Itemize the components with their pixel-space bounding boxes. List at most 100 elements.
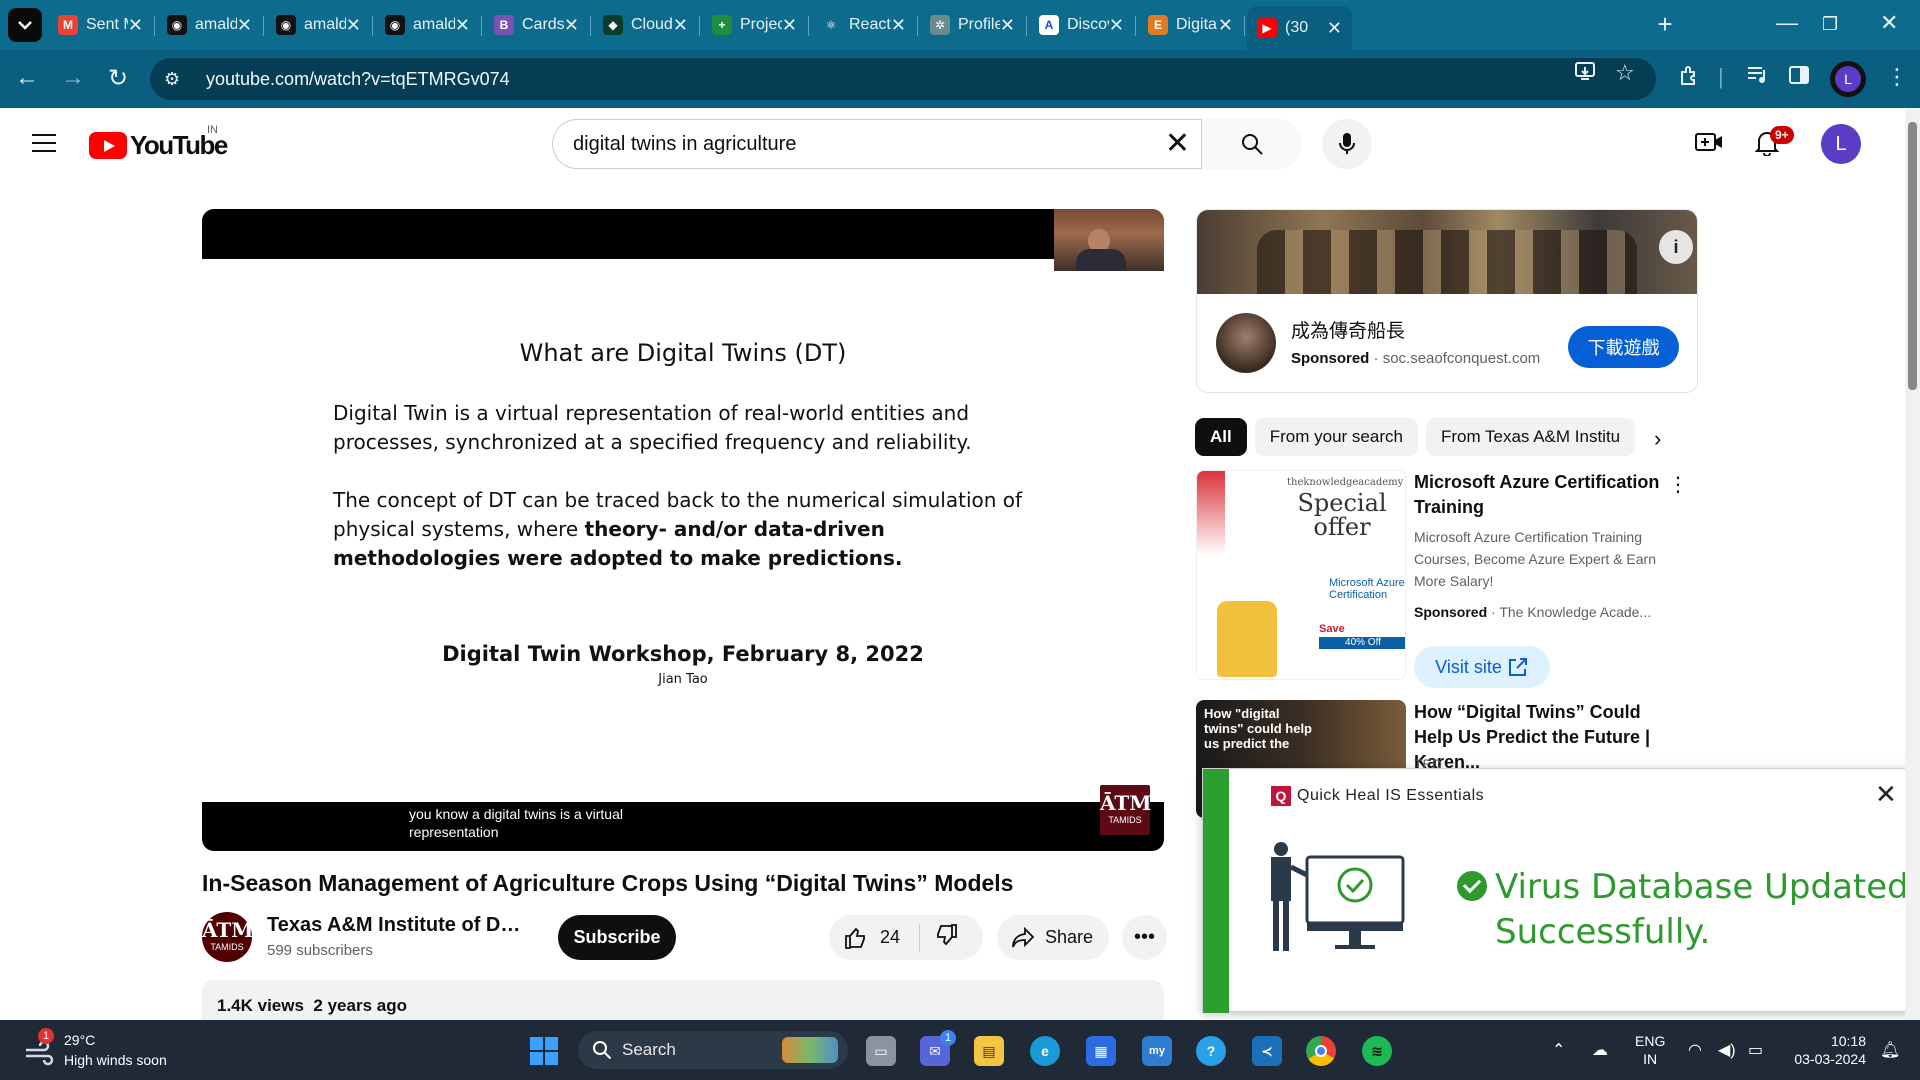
vscode-icon[interactable]: ≺: [1252, 1036, 1282, 1066]
tab-github[interactable]: ◉ amalde✕: [266, 6, 371, 44]
tab-openai[interactable]: ✲ Profile ✕: [920, 6, 1025, 44]
more-actions-button[interactable]: •••: [1122, 915, 1167, 960]
browser-profile-avatar[interactable]: L: [1830, 61, 1866, 97]
close-tab-icon[interactable]: ✕: [346, 15, 361, 36]
tab-youtube[interactable]: ▶ (30 ✕: [1247, 6, 1352, 50]
description-box[interactable]: 1.4K views 2 years ago: [202, 980, 1164, 1020]
chevron-right-icon[interactable]: ›: [1654, 426, 1661, 452]
help-icon[interactable]: ?: [1196, 1036, 1226, 1066]
tab-ieee[interactable]: A Discov✕: [1029, 6, 1134, 44]
channel-watermark[interactable]: ĀTM TAMIDS: [1100, 785, 1151, 835]
close-tab-icon[interactable]: ✕: [891, 15, 906, 36]
weather-widget[interactable]: 1 29°C High winds soon: [22, 1028, 167, 1068]
close-tab-icon[interactable]: ✕: [455, 15, 470, 36]
recommendation-title[interactable]: How “Digital Twins” Could Help Us Predic…: [1414, 700, 1664, 775]
tab-github[interactable]: ◉ amalde✕: [157, 6, 262, 44]
ad-download-button[interactable]: 下載遊戲: [1568, 326, 1679, 368]
visit-site-button[interactable]: Visit site: [1414, 646, 1550, 688]
extensions-icon[interactable]: [1678, 64, 1702, 94]
recommendation-item[interactable]: theknowledgeacademy Special offer Micros…: [1196, 470, 1688, 690]
recommendation-title[interactable]: Microsoft Azure Certification Training: [1414, 470, 1664, 520]
windows-start-icon[interactable]: [530, 1037, 558, 1065]
dislike-button[interactable]: [920, 923, 958, 952]
tab-edureka[interactable]: E Digital ✕: [1138, 6, 1243, 44]
more-options-icon[interactable]: ⋮: [1668, 472, 1688, 497]
close-tab-icon[interactable]: ✕: [673, 15, 688, 36]
new-tab-button[interactable]: +: [1650, 10, 1680, 40]
wifi-icon[interactable]: ◠: [1688, 1040, 1702, 1060]
restore-icon[interactable]: ❐: [1822, 14, 1838, 35]
search-field[interactable]: ✕: [552, 119, 1202, 169]
tab-search-button[interactable]: [8, 8, 42, 42]
chrome-icon[interactable]: [1306, 1036, 1336, 1066]
search-button[interactable]: [1201, 119, 1302, 169]
close-tab-icon[interactable]: ✕: [564, 15, 579, 36]
ad-info-icon[interactable]: i: [1659, 230, 1693, 264]
taskbar-search[interactable]: Search: [578, 1031, 848, 1069]
browser-menu-icon[interactable]: ⋮: [1886, 64, 1908, 90]
notification-center-icon[interactable]: 🔔︎: [1880, 1040, 1900, 1060]
clear-search-icon[interactable]: ✕: [1165, 129, 1190, 159]
close-tab-icon[interactable]: ✕: [1218, 15, 1233, 36]
spotify-icon[interactable]: ≋: [1362, 1036, 1392, 1066]
chip-from-channel[interactable]: From Texas A&M Institu: [1425, 418, 1636, 456]
ad-banner-image[interactable]: [1197, 210, 1697, 294]
channel-avatar[interactable]: ĀTM TAMIDS: [202, 912, 253, 962]
volume-icon[interactable]: ◀): [1718, 1040, 1736, 1060]
quickheal-notification: Q Quick Heal IS Essentials ✕ Virus Datab…: [1202, 768, 1914, 1013]
battery-icon[interactable]: ▭: [1748, 1040, 1763, 1060]
share-button[interactable]: Share: [997, 915, 1109, 960]
close-tab-icon[interactable]: ✕: [1109, 15, 1124, 36]
address-bar[interactable]: ⚙ youtube.com/watch?v=tqETMRGv074: [150, 58, 1656, 100]
task-view-icon[interactable]: ▭: [866, 1036, 896, 1066]
menu-icon[interactable]: [32, 134, 56, 152]
ad-title[interactable]: 成為傳奇船長: [1291, 316, 1405, 343]
like-button[interactable]: 24: [829, 926, 919, 950]
tab-github[interactable]: ◉ amalde✕: [375, 6, 480, 44]
youtube-logo[interactable]: YouTube IN: [89, 124, 228, 161]
close-tab-icon[interactable]: ✕: [128, 15, 143, 36]
voice-search-button[interactable]: [1322, 119, 1372, 169]
forward-arrow-icon[interactable]: →: [58, 64, 88, 92]
tab-sheets[interactable]: + Project✕: [702, 6, 807, 44]
chip-all[interactable]: All: [1195, 418, 1247, 456]
mylip-app-icon[interactable]: my: [1142, 1036, 1172, 1066]
side-panel-icon[interactable]: [1788, 64, 1810, 92]
create-video-icon[interactable]: [1695, 130, 1723, 159]
close-window-icon[interactable]: ✕: [1880, 10, 1898, 36]
install-app-icon[interactable]: [1574, 60, 1596, 88]
subscribe-button[interactable]: Subscribe: [558, 915, 676, 960]
account-avatar[interactable]: L: [1821, 124, 1861, 164]
back-arrow-icon[interactable]: ←: [12, 64, 42, 92]
site-info-icon[interactable]: ⚙: [164, 69, 184, 90]
system-clock[interactable]: 10:18 03-03-2024: [1788, 1032, 1866, 1068]
show-hidden-icons-icon[interactable]: ⌃: [1552, 1040, 1565, 1060]
url-text[interactable]: youtube.com/watch?v=tqETMRGv074: [206, 69, 510, 90]
language-indicator[interactable]: ENG IN: [1635, 1032, 1665, 1068]
tab-mongodb[interactable]: ◆ Cloud ✕: [593, 6, 698, 44]
close-tab-icon[interactable]: ✕: [1000, 15, 1015, 36]
bookmark-star-icon[interactable]: ☆: [1615, 60, 1635, 86]
tab-react[interactable]: ⚛ React ✕: [811, 6, 916, 44]
sidebar-ad-card[interactable]: i 成為傳奇船長 Sponsored · soc.seaofconquest.c…: [1196, 209, 1698, 393]
channel-name[interactable]: Texas A&M Institute of Dat...: [267, 914, 527, 937]
video-player[interactable]: What are Digital Twins (DT) Digital Twin…: [202, 209, 1164, 851]
close-notification-icon[interactable]: ✕: [1875, 779, 1897, 810]
close-tab-icon[interactable]: ✕: [1327, 18, 1342, 39]
minimize-icon[interactable]: —: [1776, 10, 1798, 36]
onedrive-icon[interactable]: ☁: [1592, 1040, 1608, 1060]
page-scrollbar[interactable]: [1905, 108, 1920, 1020]
search-input[interactable]: [573, 132, 1173, 156]
tab-gmail[interactable]: M Sent M✕: [48, 6, 153, 44]
reload-icon[interactable]: ↻: [103, 64, 133, 93]
edge-browser-icon[interactable]: e: [1030, 1036, 1060, 1066]
file-explorer-icon[interactable]: ▤: [974, 1036, 1004, 1066]
recommendation-thumbnail[interactable]: theknowledgeacademy Special offer Micros…: [1196, 470, 1406, 680]
close-tab-icon[interactable]: ✕: [237, 15, 252, 36]
chip-from-your-search[interactable]: From your search: [1254, 418, 1418, 456]
scrollbar-thumb[interactable]: [1908, 122, 1917, 390]
microsoft-store-icon[interactable]: ▦: [1086, 1036, 1116, 1066]
close-tab-icon[interactable]: ✕: [782, 15, 797, 36]
tab-bootstrap[interactable]: B Cards ✕: [484, 6, 589, 44]
media-controls-icon[interactable]: [1746, 64, 1770, 92]
